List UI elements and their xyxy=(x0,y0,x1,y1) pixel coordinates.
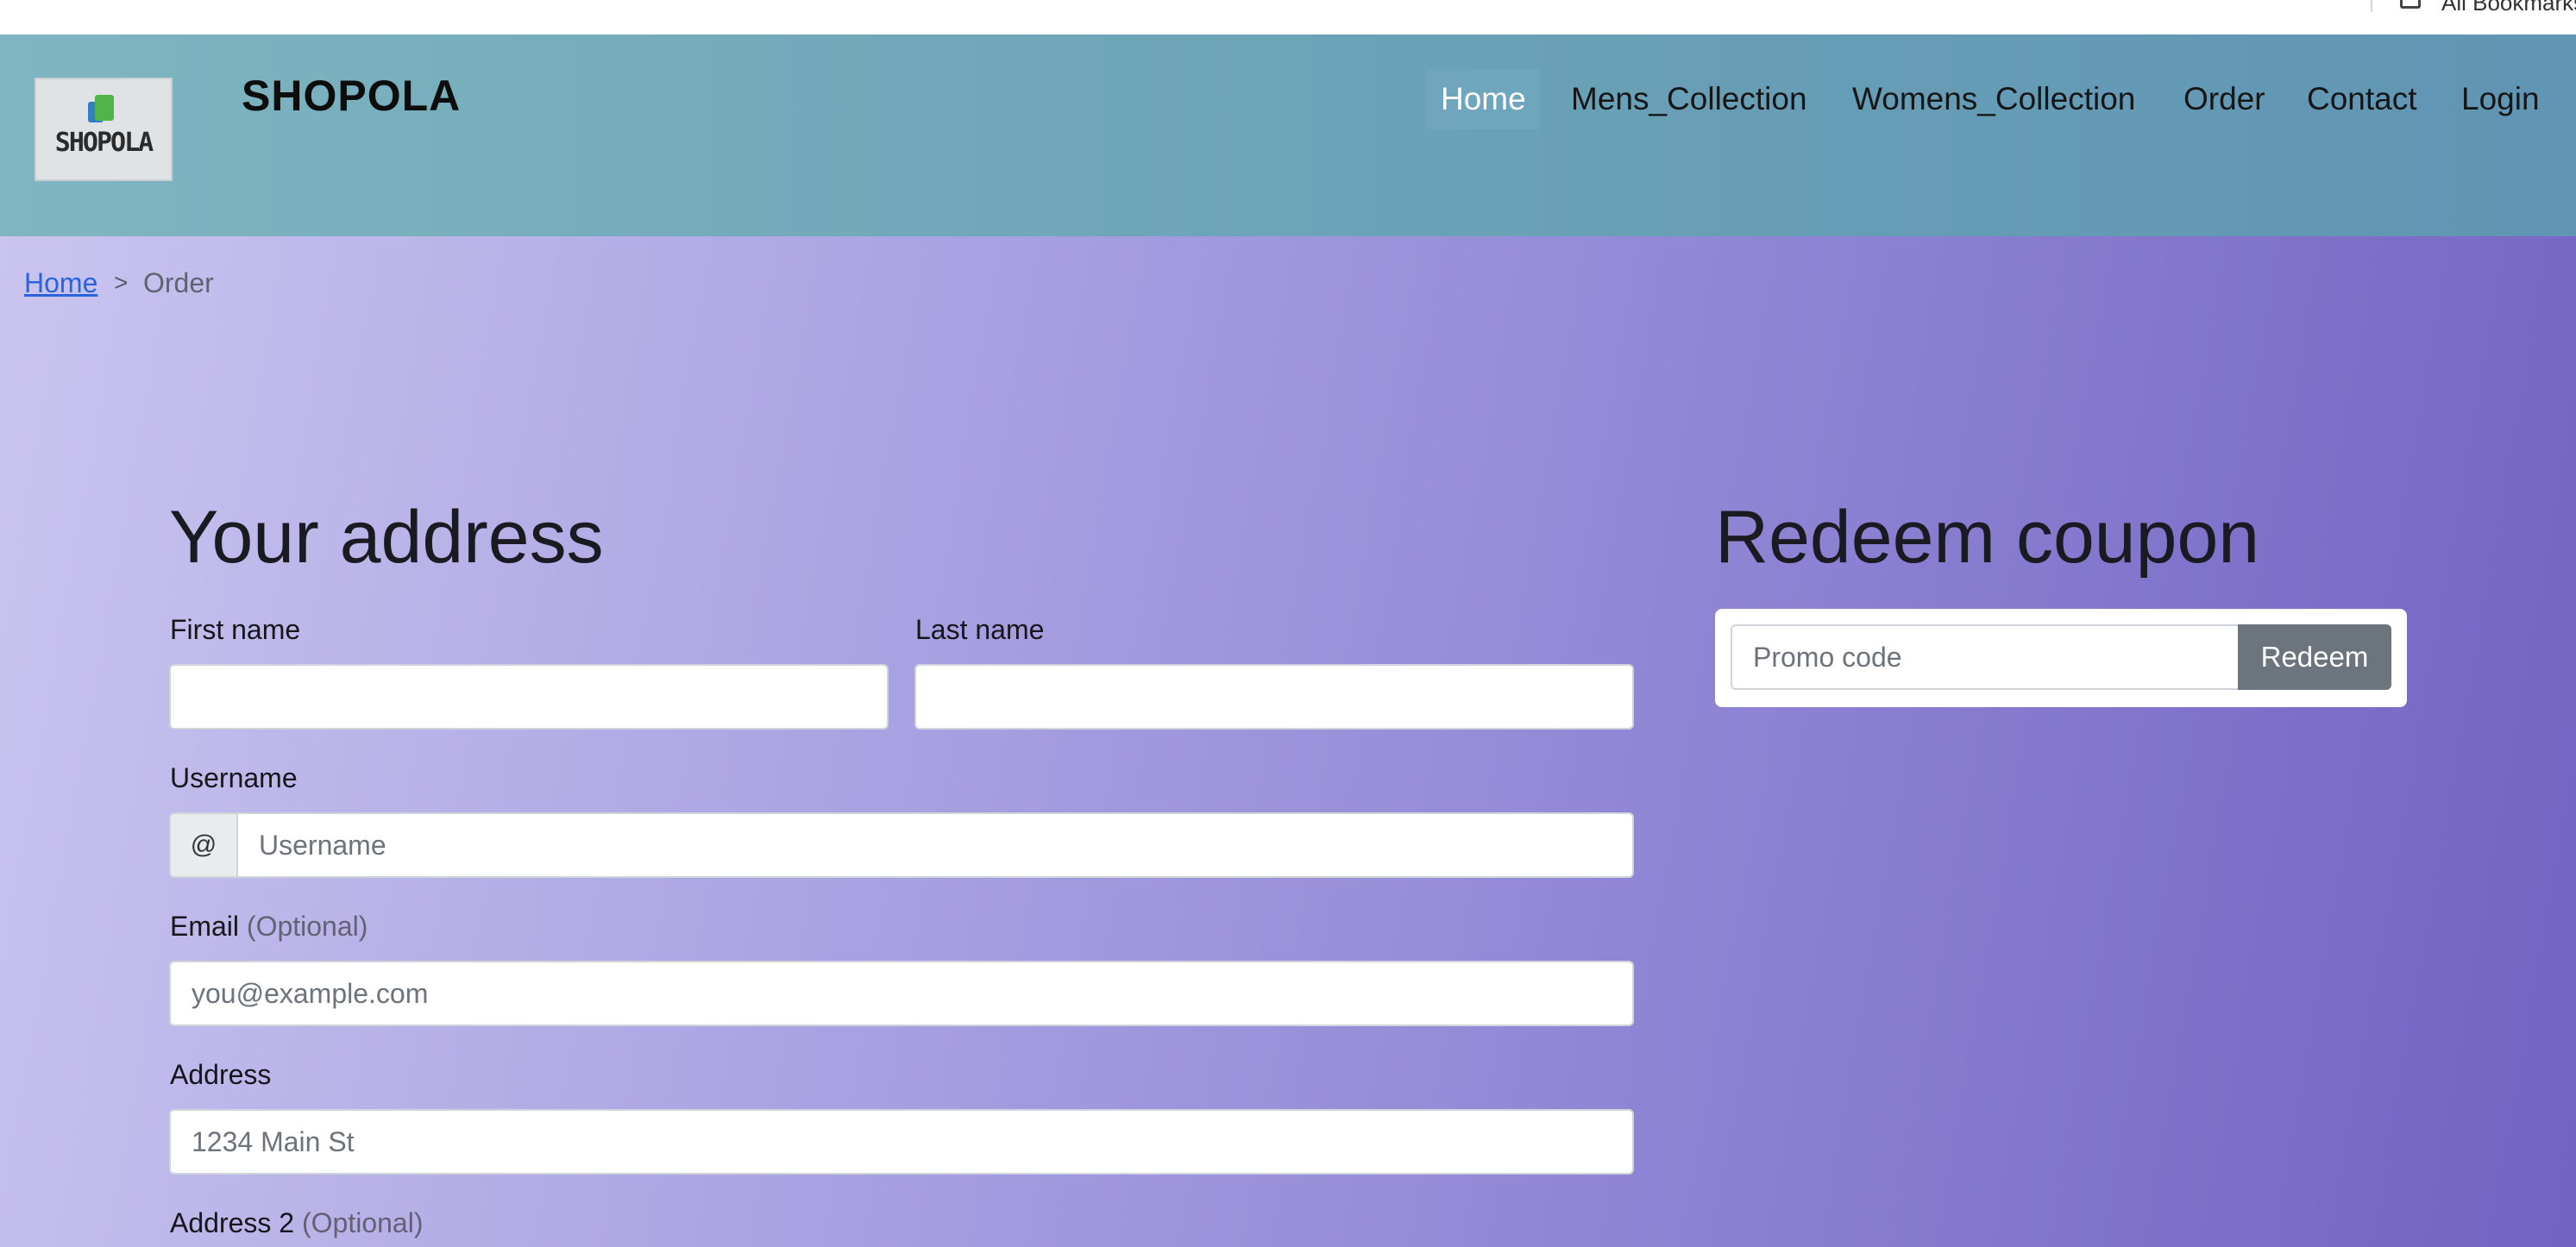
last-name-input[interactable] xyxy=(914,664,1634,730)
email-optional-hint: (Optional) xyxy=(246,911,368,942)
promo-code-input[interactable] xyxy=(1731,624,2241,690)
nav-login[interactable]: Login xyxy=(2461,81,2540,117)
nav-mens-collection[interactable]: Mens_Collection xyxy=(1571,81,1807,117)
order-page: Home > Order Your address First name Las… xyxy=(0,236,2576,1247)
breadcrumb-current: Order xyxy=(143,267,214,298)
all-bookmarks-label[interactable]: All Bookmarks xyxy=(2441,0,2576,16)
breadcrumb-home-link[interactable]: Home xyxy=(24,267,97,299)
nav-contact[interactable]: Contact xyxy=(2307,81,2417,117)
bookmarks-divider xyxy=(2371,0,2372,12)
bookmarks-bar: All Bookmarks xyxy=(0,0,2576,35)
nav-order[interactable]: Order xyxy=(2183,81,2265,117)
redeem-coupon-title: Redeem coupon xyxy=(1715,496,2260,579)
folder-icon[interactable] xyxy=(2400,0,2421,9)
nav-home[interactable]: Home xyxy=(1427,69,1540,129)
username-at-prefix: @ xyxy=(169,812,238,878)
breadcrumb-separator: > xyxy=(114,269,129,296)
address2-optional-hint: (Optional) xyxy=(301,1207,424,1238)
shopping-bag-icon-green xyxy=(95,95,114,121)
address2-label: Address 2 (Optional) xyxy=(170,1207,423,1239)
address-input[interactable] xyxy=(169,1109,1634,1175)
email-label-text: Email xyxy=(170,911,240,942)
first-name-input[interactable] xyxy=(169,664,889,730)
last-name-label: Last name xyxy=(915,614,1045,645)
brand-name[interactable]: SHOPOLA xyxy=(242,71,461,121)
logo-text: SHOPOLA xyxy=(54,128,154,158)
address-label: Address xyxy=(170,1059,272,1090)
username-input[interactable] xyxy=(236,812,1634,878)
email-label: Email (Optional) xyxy=(170,911,368,943)
shopola-logo[interactable]: SHOPOLA xyxy=(35,78,173,181)
redeem-button[interactable]: Redeem xyxy=(2238,624,2391,690)
email-input[interactable] xyxy=(169,961,1634,1026)
nav-womens-collection[interactable]: Womens_Collection xyxy=(1852,81,2135,117)
address2-label-text: Address 2 xyxy=(170,1207,295,1238)
address-title: Your address xyxy=(169,496,604,579)
first-name-label: First name xyxy=(170,614,301,645)
username-label: Username xyxy=(170,762,298,793)
site-navbar: SHOPOLA SHOPOLA Home Mens_Collection Wom… xyxy=(0,34,2576,236)
